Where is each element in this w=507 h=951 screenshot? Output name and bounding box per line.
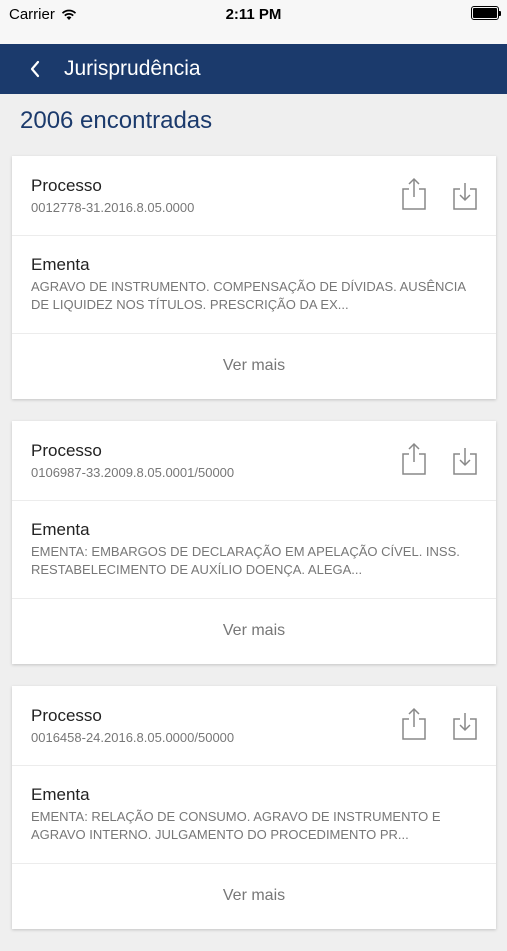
status-time: 2:11 PM (225, 6, 282, 23)
processo-number: 0106987-33.2009.8.05.0001/50000 (31, 465, 235, 480)
processo-section: Processo 0012778-31.2016.8.05.0000 (12, 156, 496, 236)
ementa-text: EMENTA: RELAÇÃO DE CONSUMO. AGRAVO DE IN… (31, 809, 441, 842)
share-icon[interactable] (400, 177, 428, 211)
processo-section: Processo 0106987-33.2009.8.05.0001/50000 (12, 421, 496, 501)
share-icon[interactable] (400, 442, 428, 476)
results-count: 2006 encontradas (20, 107, 213, 134)
ementa-label: Ementa (31, 520, 90, 539)
processo-number: 0012778-31.2016.8.05.0000 (31, 200, 195, 215)
processo-section: Processo 0016458-24.2016.8.05.0000/50000 (12, 686, 496, 766)
processo-label: Processo (31, 441, 102, 460)
processo-number: 0016458-24.2016.8.05.0000/50000 (31, 730, 235, 745)
ver-mais-button[interactable]: Ver mais (12, 334, 496, 398)
result-card: Processo 0016458-24.2016.8.05.0000/50000… (12, 686, 496, 929)
ementa-section: Ementa EMENTA: RELAÇÃO DE CONSUMO. AGRAV… (12, 766, 496, 864)
navigation-bar: Jurisprudência (0, 44, 507, 94)
ementa-label: Ementa (31, 255, 90, 274)
ver-mais-button[interactable]: Ver mais (12, 864, 496, 928)
ementa-section: Ementa AGRAVO DE INSTRUMENTO. COMPENSAÇÃ… (12, 236, 496, 334)
ementa-section: Ementa EMENTA: EMBARGOS DE DECLARAÇÃO EM… (12, 501, 496, 599)
ementa-text: EMENTA: EMBARGOS DE DECLARAÇÃO EM APELAÇ… (31, 544, 460, 577)
results-list: Processo 0012778-31.2016.8.05.0000 Ement… (12, 156, 496, 951)
processo-label: Processo (31, 706, 102, 725)
processo-label: Processo (31, 176, 102, 195)
status-bar: Carrier 2:11 PM (0, 0, 507, 44)
share-icon[interactable] (400, 707, 428, 741)
ver-mais-button[interactable]: Ver mais (12, 599, 496, 663)
ementa-text: AGRAVO DE INSTRUMENTO. COMPENSAÇÃO DE DÍ… (31, 279, 466, 312)
battery-icon (471, 6, 501, 20)
ementa-label: Ementa (31, 785, 90, 804)
back-button[interactable] (18, 54, 52, 84)
result-card: Processo 0012778-31.2016.8.05.0000 Ement… (12, 156, 496, 399)
chevron-left-icon (30, 60, 40, 78)
download-icon[interactable] (452, 446, 478, 476)
page-title: Jurisprudência (64, 57, 201, 80)
download-icon[interactable] (452, 711, 478, 741)
result-card: Processo 0106987-33.2009.8.05.0001/50000… (12, 421, 496, 664)
download-icon[interactable] (452, 181, 478, 211)
